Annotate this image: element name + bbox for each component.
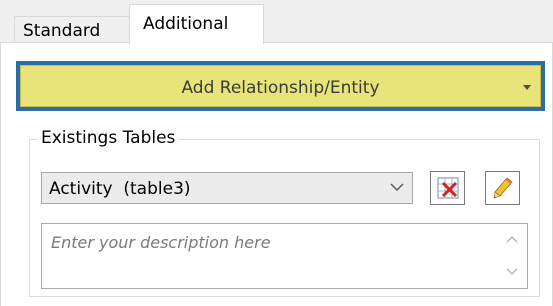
- tab-additional[interactable]: Additional: [129, 4, 264, 44]
- panel-border-left: [0, 42, 1, 306]
- existing-table-selected-value: Activity (table3): [49, 179, 191, 199]
- add-relationship-label: Add Relationship/Entity: [181, 78, 380, 98]
- tab-standard[interactable]: Standard: [14, 16, 130, 43]
- dropdown-arrow-icon: [523, 85, 531, 90]
- tab-additional-label: Additional: [143, 14, 229, 34]
- add-relationship-entity-button[interactable]: Add Relationship/Entity: [16, 61, 545, 111]
- description-placeholder: Enter your description here: [51, 233, 271, 252]
- existing-table-select[interactable]: Activity (table3): [41, 172, 413, 204]
- scroll-up-icon[interactable]: [506, 235, 518, 243]
- edit-table-button[interactable]: [485, 171, 520, 205]
- tab-standard-label: Standard: [23, 21, 101, 41]
- existing-tables-title: Existings Tables: [37, 128, 180, 148]
- edit-pencil-icon: [493, 177, 513, 199]
- chevron-down-icon: [390, 183, 404, 191]
- description-textarea[interactable]: Enter your description here: [41, 223, 528, 289]
- additional-options-panel: Standard Additional Add Relationship/Ent…: [0, 0, 553, 306]
- scroll-down-icon[interactable]: [506, 268, 518, 276]
- delete-table-icon: [437, 177, 459, 199]
- delete-table-button[interactable]: [430, 171, 465, 205]
